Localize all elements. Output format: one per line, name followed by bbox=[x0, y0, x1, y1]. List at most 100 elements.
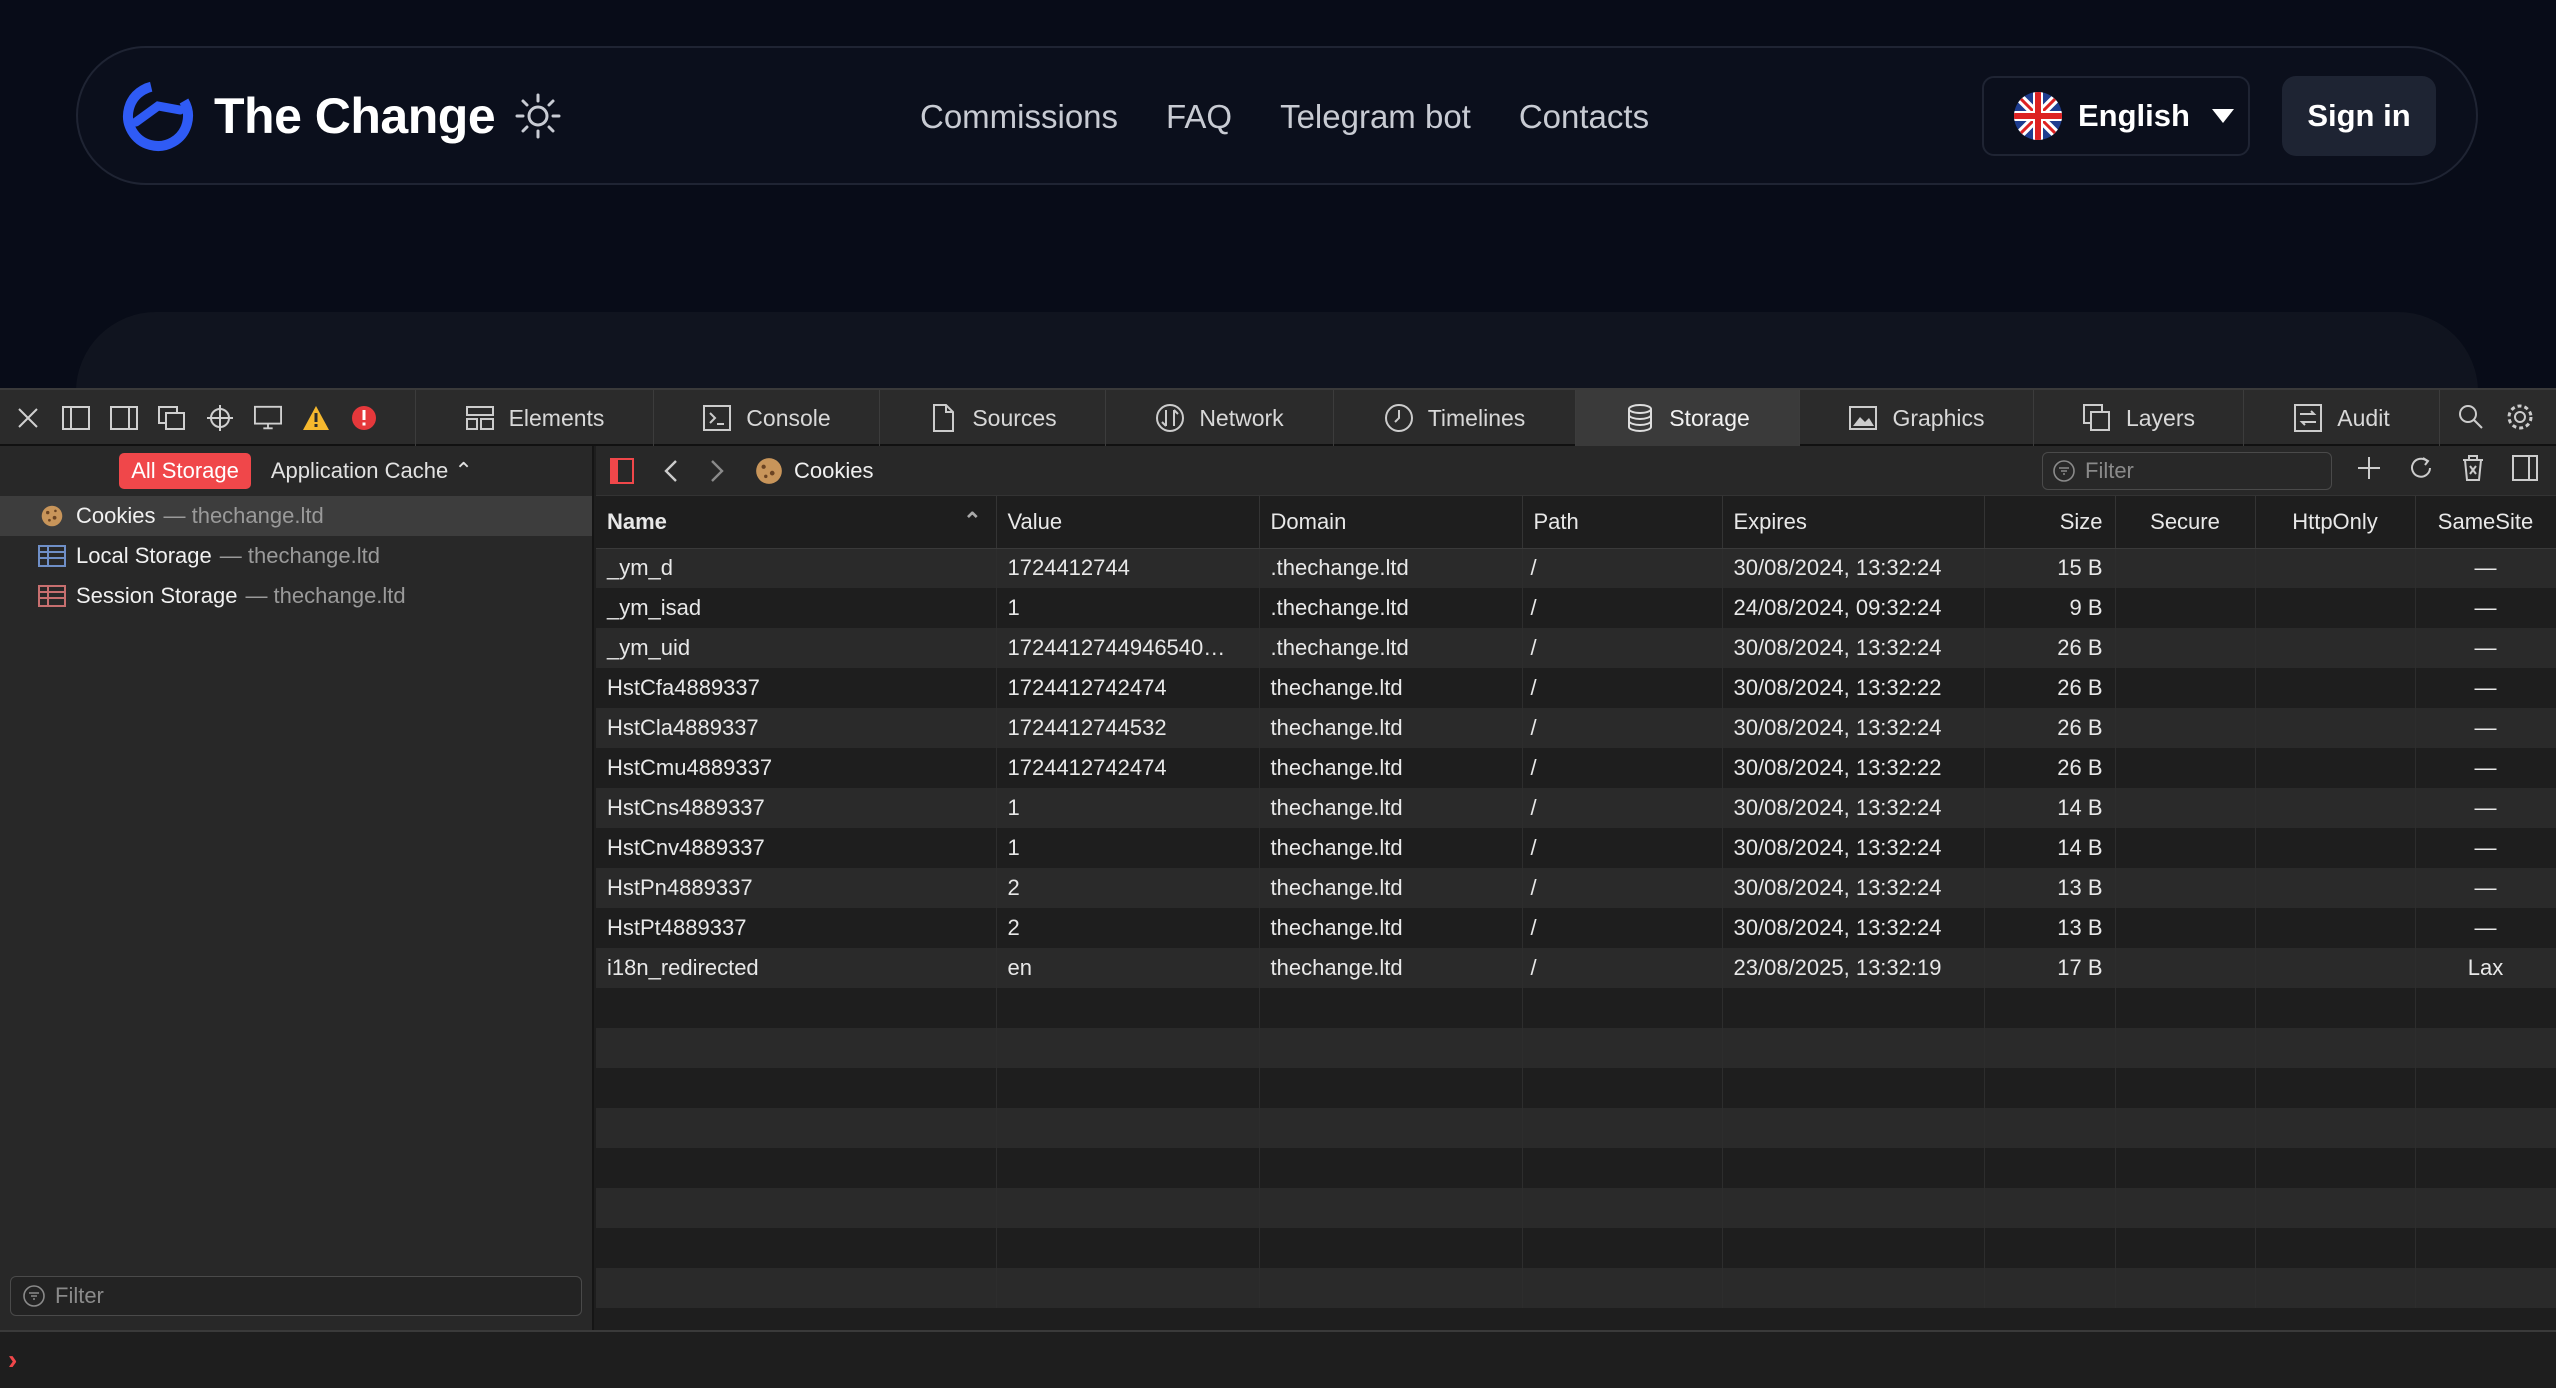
table-row[interactable]: HstCfa4889337 1724412742474 thechange.ltd /… bbox=[596, 668, 2556, 708]
table-row[interactable]: _ym_d 1724412744 .thechange.ltd/30/08/2024… bbox=[596, 548, 2556, 588]
empty-cell bbox=[2255, 1188, 2416, 1228]
application-cache-selector[interactable]: Application Cache ⌃ bbox=[271, 458, 473, 484]
empty-cell bbox=[2415, 988, 2556, 1028]
cookies-filter-input[interactable]: Filter bbox=[2042, 452, 2332, 490]
storage-sidebar: All Storage Application Cache ⌃ Cookies … bbox=[0, 446, 594, 1330]
web-inspector: Elements Console Sources Network Timelin… bbox=[0, 388, 2556, 1388]
tab-graphics[interactable]: Graphics bbox=[1800, 390, 2034, 446]
cell-domain: .thechange.ltd bbox=[1259, 588, 1523, 628]
menu-faq[interactable]: FAQ bbox=[1166, 98, 1232, 136]
empty-cell bbox=[1259, 988, 1523, 1028]
empty-cell bbox=[596, 1028, 997, 1068]
cookie-icon bbox=[756, 457, 782, 484]
cell-domain: .thechange.ltd bbox=[1259, 548, 1523, 588]
element-picker-icon[interactable] bbox=[206, 404, 234, 432]
website-viewport: The Change Commissions FAQ Telegram bot … bbox=[0, 0, 2556, 388]
menu-telegram-bot[interactable]: Telegram bot bbox=[1280, 98, 1471, 136]
table-row[interactable]: i18n_redirected en thechange.ltd/23/08/202… bbox=[596, 948, 2556, 988]
dock-left-icon[interactable] bbox=[62, 404, 90, 432]
sidebar-item-cookies[interactable]: Cookies — thechange.ltd bbox=[0, 496, 592, 536]
sidebar-item-local-storage[interactable]: Local Storage — thechange.ltd bbox=[0, 536, 592, 576]
clear-all-icon[interactable] bbox=[2460, 454, 2486, 482]
tab-console-label: Console bbox=[746, 404, 831, 431]
dock-right-icon[interactable] bbox=[110, 404, 138, 432]
column-header-path[interactable]: Path bbox=[1522, 496, 1723, 549]
site-logo[interactable]: The Change bbox=[118, 76, 561, 156]
error-icon[interactable] bbox=[350, 404, 378, 432]
tab-sources[interactable]: Sources bbox=[880, 390, 1106, 446]
cell-secure bbox=[2115, 828, 2256, 868]
column-header-size[interactable]: Size bbox=[1984, 496, 2116, 549]
all-storage-button[interactable]: All Storage bbox=[119, 453, 251, 489]
tab-layers[interactable]: Layers bbox=[2034, 390, 2244, 446]
empty-cell bbox=[1522, 1228, 1723, 1268]
empty-cell bbox=[1722, 1108, 1985, 1148]
cell-size: 9 B bbox=[1984, 588, 2116, 628]
column-header-expires[interactable]: Expires bbox=[1722, 496, 1985, 549]
tab-timelines[interactable]: Timelines bbox=[1334, 390, 1576, 446]
column-header-samesite[interactable]: SameSite bbox=[2415, 496, 2556, 549]
breadcrumb[interactable]: Cookies bbox=[754, 456, 873, 486]
cell-secure bbox=[2115, 628, 2256, 668]
chevron-down-icon bbox=[2211, 109, 2234, 123]
table-row[interactable]: HstCla4889337 1724412744532 thechange.ltd /… bbox=[596, 708, 2556, 748]
table-row[interactable]: HstCmu4889337 1724412742474 thechange.ltd /… bbox=[596, 748, 2556, 788]
details-sidebar-icon[interactable] bbox=[2512, 455, 2538, 481]
empty-cell bbox=[596, 1068, 997, 1108]
empty-cell bbox=[2415, 1228, 2556, 1268]
empty-cell bbox=[2115, 1028, 2256, 1068]
cell-value: 2 bbox=[996, 868, 1260, 908]
detach-window-icon[interactable] bbox=[158, 404, 186, 432]
device-settings-icon[interactable] bbox=[254, 404, 282, 432]
gear-icon[interactable] bbox=[2506, 403, 2534, 431]
column-header-httponly[interactable]: HttpOnly bbox=[2255, 496, 2416, 549]
column-header-domain[interactable]: Domain bbox=[1259, 496, 1523, 549]
table-row[interactable]: _ym_uid 1724412744946540… .thechange.ltd/3… bbox=[596, 628, 2556, 668]
network-icon bbox=[1156, 404, 1185, 432]
back-arrow-icon[interactable] bbox=[662, 458, 680, 484]
console-icon bbox=[703, 405, 732, 431]
toggle-sidebar-icon[interactable] bbox=[610, 457, 634, 484]
updown-chevron-icon: ⌃ bbox=[454, 458, 473, 483]
tab-network[interactable]: Network bbox=[1106, 390, 1334, 446]
cell-samesite: — bbox=[2415, 588, 2556, 628]
uk-flag-icon bbox=[2014, 92, 2062, 140]
table-row[interactable]: HstCnv4889337 1 thechange.ltd/30/08/2024, … bbox=[596, 828, 2556, 868]
tab-audit[interactable]: Audit bbox=[2244, 390, 2440, 446]
column-header-secure[interactable]: Secure bbox=[2115, 496, 2256, 549]
forward-arrow-icon[interactable] bbox=[708, 458, 726, 484]
table-row[interactable]: HstPn4889337 2 thechange.ltd/30/08/2024, 1… bbox=[596, 868, 2556, 908]
empty-row bbox=[596, 1108, 2556, 1148]
empty-cell bbox=[1722, 1188, 1985, 1228]
console-prompt-bar[interactable]: › bbox=[0, 1330, 2556, 1388]
cell-name: HstCmu4889337 bbox=[596, 748, 997, 788]
column-header-value[interactable]: Value bbox=[996, 496, 1260, 549]
cookies-filter-placeholder: Filter bbox=[2085, 458, 2134, 483]
table-row[interactable]: HstCns4889337 1 thechange.ltd/30/08/2024, … bbox=[596, 788, 2556, 828]
empty-cell bbox=[2415, 1068, 2556, 1108]
tab-console[interactable]: Console bbox=[654, 390, 880, 446]
warning-icon[interactable] bbox=[302, 404, 330, 432]
table-row[interactable]: HstPt4889337 2 thechange.ltd/30/08/2024, 1… bbox=[596, 908, 2556, 948]
cell-httponly bbox=[2255, 548, 2416, 588]
cell-samesite: Lax bbox=[2415, 948, 2556, 988]
sidebar-item-session-storage[interactable]: Session Storage — thechange.ltd bbox=[0, 576, 592, 616]
table-row[interactable]: _ym_isad 1 .thechange.ltd/24/08/2024, 09:3… bbox=[596, 588, 2556, 628]
tab-storage[interactable]: Storage bbox=[1576, 390, 1800, 446]
sidebar-filter-input[interactable]: Filter bbox=[10, 1276, 582, 1316]
layers-icon bbox=[2082, 404, 2110, 431]
cell-expires: 23/08/2025, 13:32:19 bbox=[1722, 948, 1985, 988]
menu-commissions[interactable]: Commissions bbox=[920, 98, 1118, 136]
add-icon[interactable] bbox=[2356, 455, 2382, 481]
menu-contacts[interactable]: Contacts bbox=[1519, 98, 1649, 136]
theme-toggle-sun-icon[interactable] bbox=[515, 93, 561, 139]
language-selector[interactable]: English bbox=[1982, 76, 2250, 156]
empty-cell bbox=[1984, 1148, 2116, 1188]
column-header-name[interactable]: Name ⌃ bbox=[596, 496, 997, 549]
sign-in-button[interactable]: Sign in bbox=[2282, 76, 2436, 156]
tab-elements[interactable]: Elements bbox=[416, 390, 654, 446]
cell-path: / bbox=[1522, 868, 1723, 908]
search-icon[interactable] bbox=[2458, 404, 2484, 430]
refresh-icon[interactable] bbox=[2408, 455, 2434, 481]
close-icon[interactable] bbox=[14, 404, 42, 432]
